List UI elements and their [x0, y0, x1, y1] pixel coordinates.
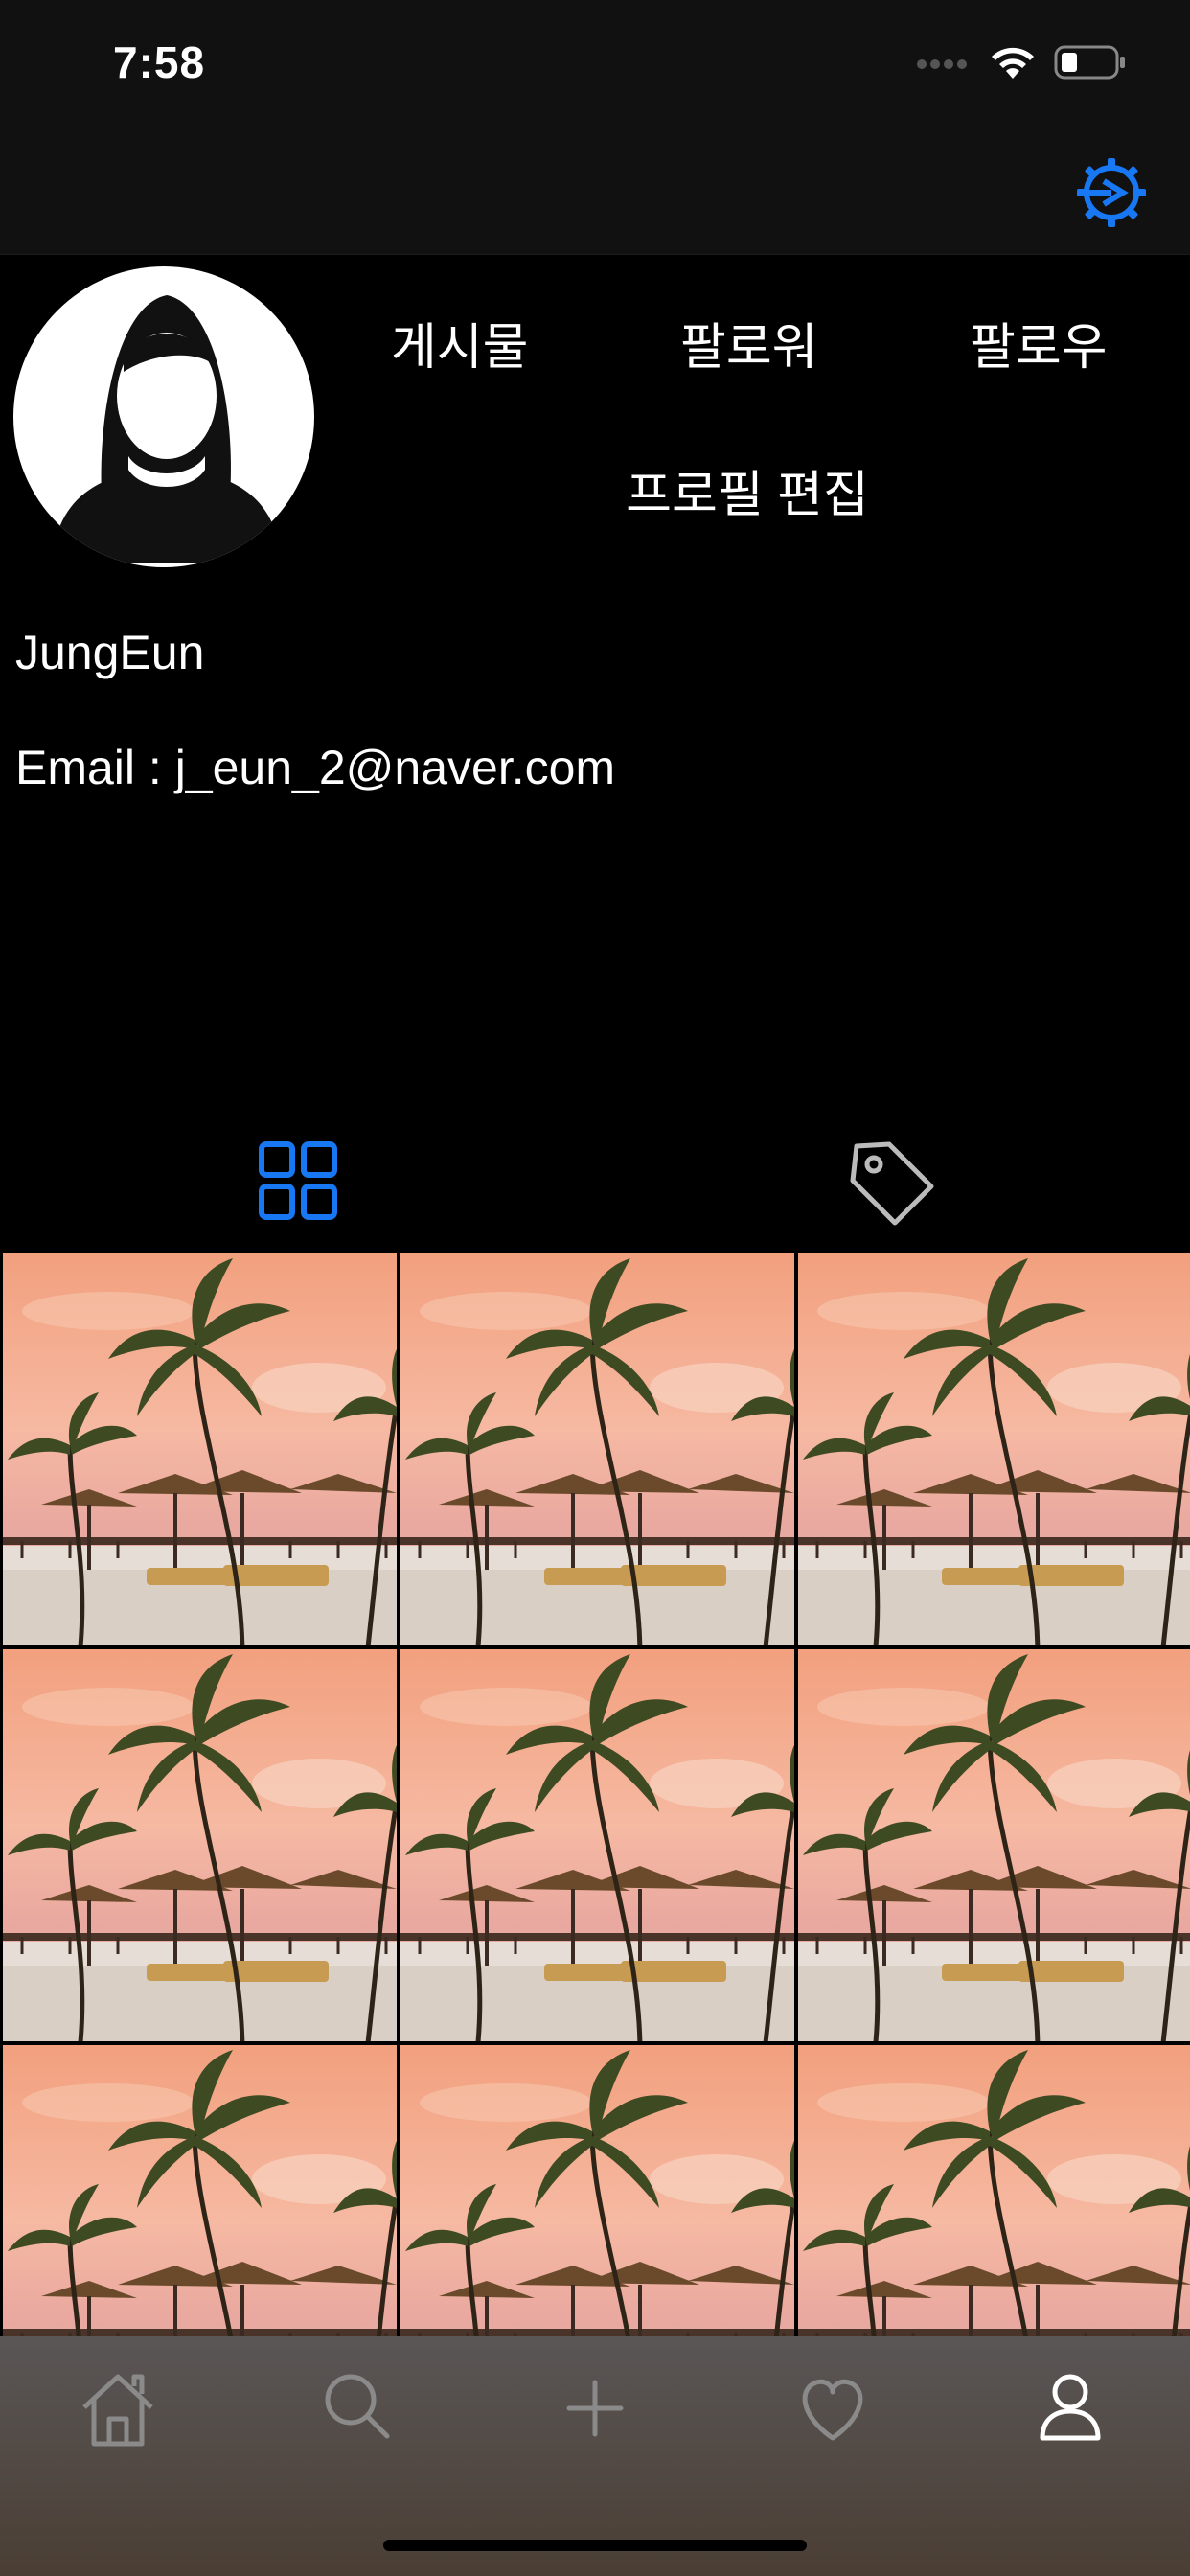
tab-tagged[interactable]: [839, 1133, 945, 1238]
beach-photo: [400, 1649, 794, 2041]
posts-stat-label[interactable]: 게시물: [391, 307, 529, 379]
navigation-bar: [0, 129, 1190, 255]
tabbar-activity[interactable]: [780, 2356, 885, 2461]
post-thumbnail[interactable]: [798, 1649, 1190, 2041]
post-thumbnail[interactable]: [400, 2045, 794, 2336]
posts-grid: [0, 1254, 1190, 2336]
post-thumbnail[interactable]: [3, 1649, 397, 2041]
email-text: Email : j_eun_2@naver.com: [15, 741, 616, 794]
following-stat-label[interactable]: 팔로우: [970, 307, 1108, 379]
beach-photo: [798, 1254, 1190, 1645]
tabbar-search[interactable]: [305, 2356, 410, 2461]
home-indicator: [383, 2540, 807, 2551]
beach-photo: [400, 2045, 794, 2336]
post-thumbnail[interactable]: [3, 1254, 397, 1645]
tabbar-home[interactable]: [65, 2356, 171, 2461]
beach-photo: [3, 1254, 397, 1645]
signal-icon: [917, 59, 967, 69]
beach-photo: [3, 2045, 397, 2336]
gear-icon: [1077, 158, 1146, 227]
user-silhouette-icon: [52, 295, 282, 564]
post-thumbnail[interactable]: [3, 2045, 397, 2336]
tabbar-profile[interactable]: [1018, 2356, 1123, 2461]
plus-icon: [566, 2380, 624, 2437]
person-icon: [1040, 2374, 1101, 2441]
tag-icon: [850, 1141, 934, 1226]
settings-button[interactable]: [1075, 156, 1148, 229]
status-time: 7:58: [113, 37, 206, 87]
status-icons: [916, 44, 1127, 80]
heart-icon: [802, 2379, 863, 2441]
content-tabs: [0, 1112, 1190, 1255]
beach-photo: [798, 2045, 1190, 2336]
battery-icon: [1054, 45, 1125, 80]
username: JungEun: [15, 626, 205, 679]
home-icon: [82, 2374, 153, 2447]
edit-profile-button[interactable]: 프로필 편집: [498, 454, 996, 526]
post-thumbnail[interactable]: [400, 1649, 794, 2041]
search-icon: [325, 2374, 390, 2439]
tab-posts-grid[interactable]: [245, 1133, 351, 1238]
tabbar-add[interactable]: [542, 2356, 648, 2461]
post-thumbnail[interactable]: [798, 1254, 1190, 1645]
beach-photo: [798, 1649, 1190, 2041]
status-bar: 7:58: [0, 0, 1190, 129]
beach-photo: [3, 1649, 397, 2041]
post-thumbnail[interactable]: [400, 1254, 794, 1645]
beach-photo: [400, 1254, 794, 1645]
wifi-icon: [992, 47, 1034, 79]
followers-stat-label[interactable]: 팔로워: [680, 307, 818, 379]
post-thumbnail[interactable]: [798, 2045, 1190, 2336]
avatar[interactable]: [13, 266, 314, 567]
grid-icon: [259, 1141, 337, 1220]
